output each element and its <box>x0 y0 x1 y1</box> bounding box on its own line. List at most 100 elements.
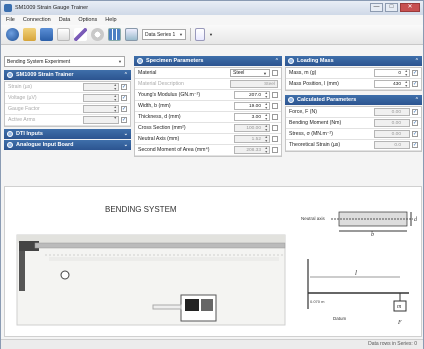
middle-panel: Specimen Parameters ⌃ Material Steel ▼ Ma… <box>134 56 282 176</box>
material-checkbox[interactable] <box>272 70 278 76</box>
second-moment-field[interactable]: 208.33 ▲ ▼ <box>234 146 270 154</box>
spec-row-cross-section: Cross Section (mm²) 100.00 ▲ ▼ <box>135 123 281 134</box>
chart-icon[interactable] <box>125 28 138 41</box>
force-field[interactable]: 0.00 <box>374 108 410 116</box>
minimize-button[interactable]: — <box>370 3 383 12</box>
trainer-row-gauge-factor: Gauge Factor ▲ ▼ ✓ <box>5 104 130 115</box>
menu-connection[interactable]: Connection <box>23 17 51 23</box>
gauge-factor-checkbox[interactable]: ✓ <box>121 106 127 112</box>
bending-moment-checkbox[interactable]: ✓ <box>412 120 418 126</box>
thickness-checkbox[interactable] <box>272 114 278 120</box>
app-window: SM1009 Strain Gauge Trainer — □ ✕ File C… <box>0 0 424 349</box>
active-arms-field[interactable]: ▼ <box>83 116 119 124</box>
active-arms-checkbox[interactable]: ✓ <box>121 117 127 123</box>
stress-checkbox[interactable]: ✓ <box>412 131 418 137</box>
dim-b-label: b <box>371 232 374 238</box>
connect-icon[interactable] <box>6 28 19 41</box>
expand-icon[interactable]: ⌄ <box>124 131 128 137</box>
neutral-axis-label: Neutral axis <box>301 216 326 221</box>
cross-section-checkbox[interactable] <box>272 125 278 131</box>
dim-d-label: d <box>414 217 418 223</box>
neutral-axis-checkbox[interactable] <box>272 136 278 142</box>
close-button[interactable]: ✕ <box>400 3 420 12</box>
bending-system-diagram: BENDING SYSTEM Neutral axis d b l 0.070 … <box>4 186 422 337</box>
specimen-icon <box>137 58 143 64</box>
menu-file[interactable]: File <box>6 17 15 23</box>
trainer-row-active-arms: Active Arms ▼ ✓ <box>5 115 130 126</box>
theoretical-strain-checkbox[interactable]: ✓ <box>412 142 418 148</box>
chevron-down-icon: ▼ <box>179 32 183 37</box>
neutral-axis-field[interactable]: 1.52 ▲ ▼ <box>234 135 270 143</box>
second-moment-checkbox[interactable] <box>272 147 278 153</box>
calculated-header[interactable]: Calculated Parameters ⌃ <box>285 95 422 105</box>
force-label: F <box>397 320 402 326</box>
strain-field[interactable]: ▲ ▼ <box>83 83 119 91</box>
material-desc-field[interactable]: Steel <box>230 80 278 88</box>
youngs-modulus-checkbox[interactable] <box>272 92 278 98</box>
theoretical-strain-field[interactable]: 0.0 <box>374 141 410 149</box>
left-panel: Bending System Experiment ▼ SM1009 Strain… <box>4 56 131 176</box>
mass-field[interactable]: 0 ▲ ▼ <box>374 69 410 77</box>
mass-position-field[interactable]: 430 ▲ ▼ <box>374 80 410 88</box>
width-checkbox[interactable] <box>272 103 278 109</box>
gauge-icon <box>7 72 13 78</box>
expand-icon[interactable]: ⌄ <box>124 142 128 148</box>
maximize-button[interactable]: □ <box>385 3 398 12</box>
weight-icon <box>288 58 294 64</box>
cross-section-figure: Neutral axis d b <box>301 211 418 238</box>
material-select[interactable]: Steel ▼ <box>230 69 270 77</box>
calc-row-stress: Stress, σ (MN.m⁻²) 0.00 ✓ <box>286 129 421 140</box>
dim-l-label: l <box>355 269 357 277</box>
gauge-factor-field[interactable]: ▲ ▼ <box>83 105 119 113</box>
table-icon[interactable] <box>108 28 121 41</box>
chevron-down-icon[interactable]: ▼ <box>209 32 213 37</box>
menu-data[interactable]: Data <box>59 17 71 23</box>
loading-header[interactable]: Loading Mass ⌃ <box>285 56 422 66</box>
specimen-panel: Material Steel ▼ Material Description Ste… <box>134 67 282 157</box>
pen-icon[interactable] <box>74 28 87 41</box>
spec-row-youngs-modulus: Young's Modulus (GN.m⁻²) 207.0 ▲ ▼ <box>135 90 281 101</box>
spec-row-width: Width, b (mm) 19.00 ▲ ▼ <box>135 101 281 112</box>
series-add-icon[interactable] <box>195 28 205 41</box>
menu-help[interactable]: Help <box>105 17 116 23</box>
cross-section-field[interactable]: 100.00 ▲ ▼ <box>234 124 270 132</box>
stress-field[interactable]: 0.00 <box>374 130 410 138</box>
thickness-field[interactable]: 3.00 ▲ ▼ <box>234 113 270 121</box>
strain-checkbox[interactable]: ✓ <box>121 84 127 90</box>
collapse-icon[interactable]: ⌃ <box>415 97 419 103</box>
voltage-checkbox[interactable]: ✓ <box>121 95 127 101</box>
datum-label: Datum <box>333 316 347 321</box>
voltage-field[interactable]: ▲ ▼ <box>83 94 119 102</box>
record-icon[interactable] <box>91 28 104 41</box>
bending-moment-field[interactable]: 0.00 <box>374 119 410 127</box>
calc-row-force: Force, F (N) 0.00 ✓ <box>286 107 421 118</box>
mass-position-checkbox[interactable]: ✓ <box>412 81 418 87</box>
save-icon[interactable] <box>40 28 53 41</box>
diagram-title: BENDING SYSTEM <box>105 205 177 214</box>
youngs-modulus-field[interactable]: 207.0 ▲ ▼ <box>234 91 270 99</box>
trainer-row-voltage: Voltage (µV) ▲ ▼ ✓ <box>5 93 130 104</box>
cantilever-schematic: l 0.070 m m F Datum <box>307 259 409 326</box>
dti-header[interactable]: DTI Inputs ⌄ <box>4 129 131 139</box>
open-folder-icon[interactable] <box>23 28 36 41</box>
material-row: Material Steel ▼ <box>135 68 281 79</box>
material-desc-row: Material Description Steel <box>135 79 281 90</box>
mass-checkbox[interactable]: ✓ <box>412 70 418 76</box>
window-title: SM1009 Strain Gauge Trainer <box>15 5 89 11</box>
analogue-header[interactable]: Analogue Input Board ⌄ <box>4 140 131 150</box>
width-field[interactable]: 19.00 ▲ ▼ <box>234 102 270 110</box>
collapse-icon[interactable]: ⌃ <box>275 58 279 64</box>
collapse-icon[interactable]: ⌃ <box>124 72 128 78</box>
loading-panel: Mass, m (g) 0 ▲ ▼ ✓ Mass Position, l (mm) … <box>285 67 422 91</box>
print-icon[interactable] <box>57 28 70 41</box>
trainer-header[interactable]: SM1009 Strain Trainer ⌃ <box>4 70 131 80</box>
chevron-down-icon: ▼ <box>118 59 122 64</box>
bending-rig-illustration <box>16 234 286 326</box>
toolbar: Data Series 1 ▼ ▼ <box>1 25 423 45</box>
specimen-header[interactable]: Specimen Parameters ⌃ <box>134 56 282 66</box>
experiment-select[interactable]: Bending System Experiment ▼ <box>4 56 125 67</box>
menu-options[interactable]: Options <box>78 17 97 23</box>
data-series-select[interactable]: Data Series 1 ▼ <box>142 29 186 40</box>
collapse-icon[interactable]: ⌃ <box>415 58 419 64</box>
force-checkbox[interactable]: ✓ <box>412 109 418 115</box>
